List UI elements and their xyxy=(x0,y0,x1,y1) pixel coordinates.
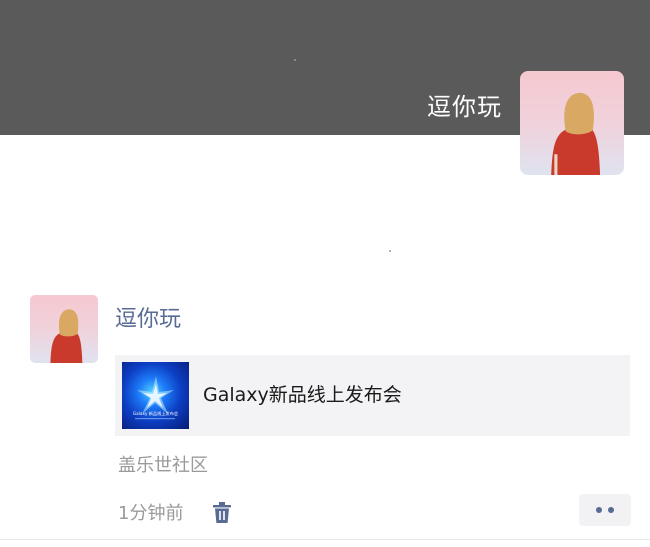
post-user-name[interactable]: 逗你玩 xyxy=(115,305,181,335)
avatar-photo xyxy=(551,92,601,175)
post-time: 1分钟前 xyxy=(118,503,184,524)
more-dots-icon xyxy=(608,507,614,513)
trash-icon[interactable] xyxy=(211,501,233,525)
avatar-photo xyxy=(50,309,83,363)
post-source[interactable]: 盖乐世社区 xyxy=(118,453,208,479)
link-title: Galaxy新品线上发布会 xyxy=(203,384,402,406)
profile-avatar[interactable] xyxy=(520,71,624,175)
more-options-button[interactable] xyxy=(579,494,631,526)
shared-link-card[interactable]: Galaxy 新品线上发布会 Galaxy新品线上发布会 xyxy=(115,355,630,436)
cover-speck xyxy=(294,59,296,61)
post-avatar[interactable] xyxy=(30,295,98,363)
galaxy-logo-thumbnail: Galaxy 新品线上发布会 xyxy=(133,376,179,420)
feed-speck xyxy=(389,250,391,252)
cover-user-name: 逗你玩 xyxy=(427,93,502,121)
thumbnail-caption: Galaxy 新品线上发布会 xyxy=(133,410,179,417)
link-thumbnail: Galaxy 新品线上发布会 xyxy=(122,362,189,429)
more-dots-icon xyxy=(596,507,602,513)
divider xyxy=(0,539,650,540)
